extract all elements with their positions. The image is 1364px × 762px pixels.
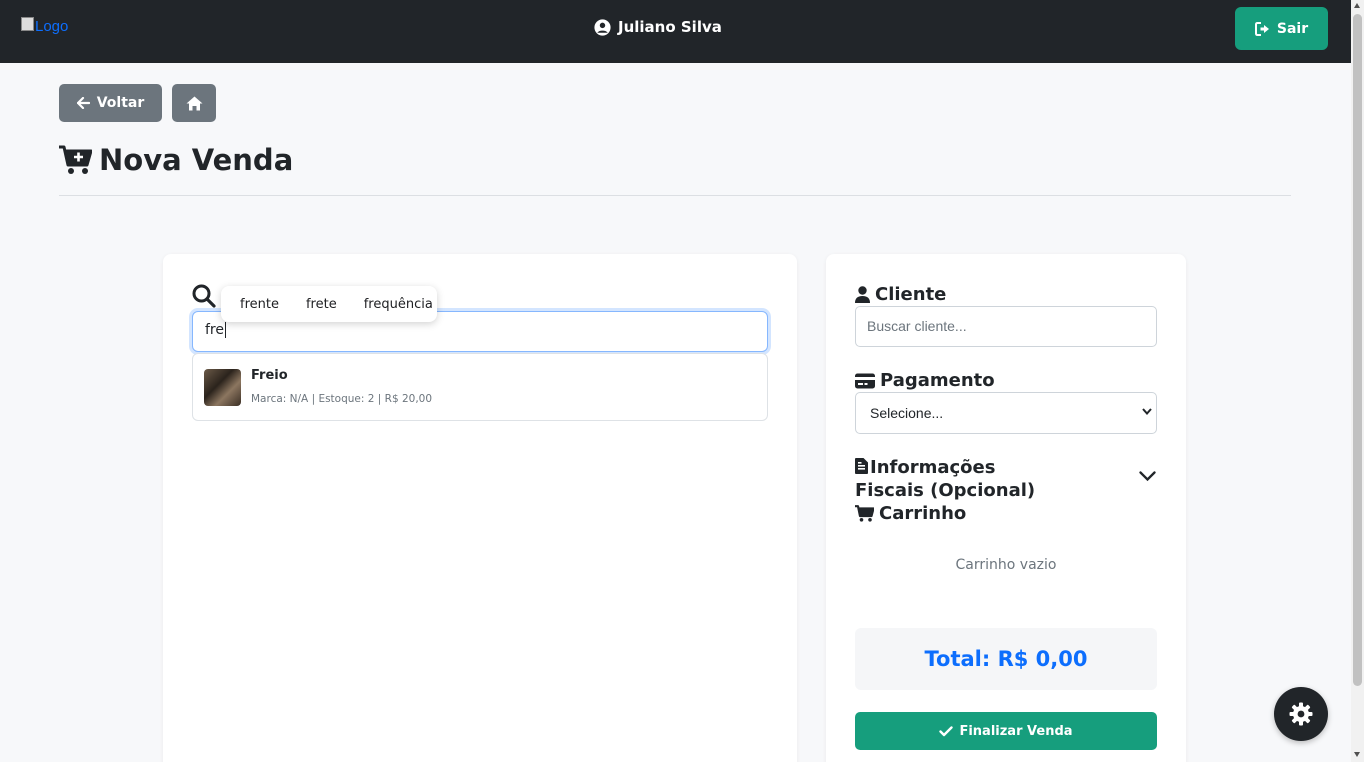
product-name: Freio — [251, 368, 288, 383]
broken-image-icon — [21, 16, 34, 31]
pagamento-heading: Pagamento — [855, 370, 995, 391]
finalize-sale-label: Finalizar Venda — [959, 723, 1073, 739]
page-title-text: Nova Venda — [99, 143, 294, 177]
user-name: Juliano Silva — [618, 18, 722, 36]
cart-plus-icon — [59, 145, 92, 174]
fiscal-label: Informações Fiscais (Opcional) — [855, 457, 1036, 501]
carrinho-label: Carrinho — [879, 503, 967, 524]
payment-method-selected: Selecione... — [870, 405, 944, 421]
logout-label: Sair — [1276, 20, 1309, 37]
settings-fab-button[interactable] — [1274, 687, 1328, 741]
credit-card-icon — [855, 373, 875, 388]
product-meta: Marca: N/A | Estoque: 2 | R$ 20,00 — [251, 393, 433, 405]
carrinho-heading: Carrinho — [855, 503, 966, 524]
page-title: Nova Venda — [59, 143, 293, 177]
total-value: Total: R$ 0,00 — [924, 647, 1088, 671]
scroll-thumb[interactable] — [1353, 14, 1362, 686]
scroll-up-arrow-icon[interactable] — [1354, 3, 1360, 8]
fiscal-info-toggle[interactable]: Informações Fiscais (Opcional) — [855, 456, 1065, 502]
finalize-sale-button[interactable]: Finalizar Venda — [855, 712, 1157, 750]
autocomplete-suggestion[interactable]: frente — [240, 297, 279, 312]
cliente-label: Cliente — [875, 284, 947, 305]
user-icon — [855, 286, 870, 303]
home-button[interactable] — [172, 84, 216, 122]
check-icon — [939, 725, 954, 736]
cliente-heading: Cliente — [855, 284, 946, 305]
chevron-down-icon[interactable] — [1139, 471, 1156, 482]
top-navbar: Logo Juliano Silva Sair — [0, 0, 1351, 63]
page-scrollbar[interactable] — [1351, 0, 1364, 762]
user-display: Juliano Silva — [594, 18, 722, 36]
logo-alt-text: Logo — [35, 18, 69, 35]
payment-method-select[interactable]: Selecione... — [855, 392, 1157, 434]
user-circle-icon — [594, 18, 611, 36]
logo[interactable]: Logo — [21, 16, 69, 35]
sign-out-icon — [1254, 21, 1269, 36]
client-search-input[interactable]: Buscar cliente... — [855, 306, 1157, 347]
select-chevron-icon — [1142, 408, 1152, 415]
autocomplete-suggestion[interactable]: frequência — [364, 297, 433, 312]
autocomplete-suggestion[interactable]: frete — [306, 297, 337, 312]
gear-icon — [1289, 702, 1313, 726]
text-caret — [225, 322, 226, 338]
product-search-value: fre — [205, 322, 224, 338]
total-display: Total: R$ 0,00 — [855, 628, 1157, 690]
cart-icon — [855, 505, 874, 522]
autocomplete-popup: frente frete frequência — [221, 286, 437, 322]
back-label: Voltar — [96, 95, 145, 111]
pagamento-label: Pagamento — [880, 370, 995, 391]
arrow-left-icon — [76, 97, 90, 109]
scroll-down-arrow-icon[interactable] — [1354, 752, 1360, 757]
title-divider — [59, 195, 1291, 196]
empty-cart-message: Carrinho vazio — [955, 557, 1057, 573]
search-results-list: Freio Marca: N/A | Estoque: 2 | R$ 20,00 — [192, 353, 768, 421]
logout-button[interactable]: Sair — [1235, 7, 1328, 50]
product-thumbnail — [204, 369, 241, 406]
back-button[interactable]: Voltar — [59, 84, 162, 122]
search-icon — [192, 284, 216, 308]
file-invoice-icon — [855, 458, 868, 474]
home-icon — [186, 96, 202, 110]
